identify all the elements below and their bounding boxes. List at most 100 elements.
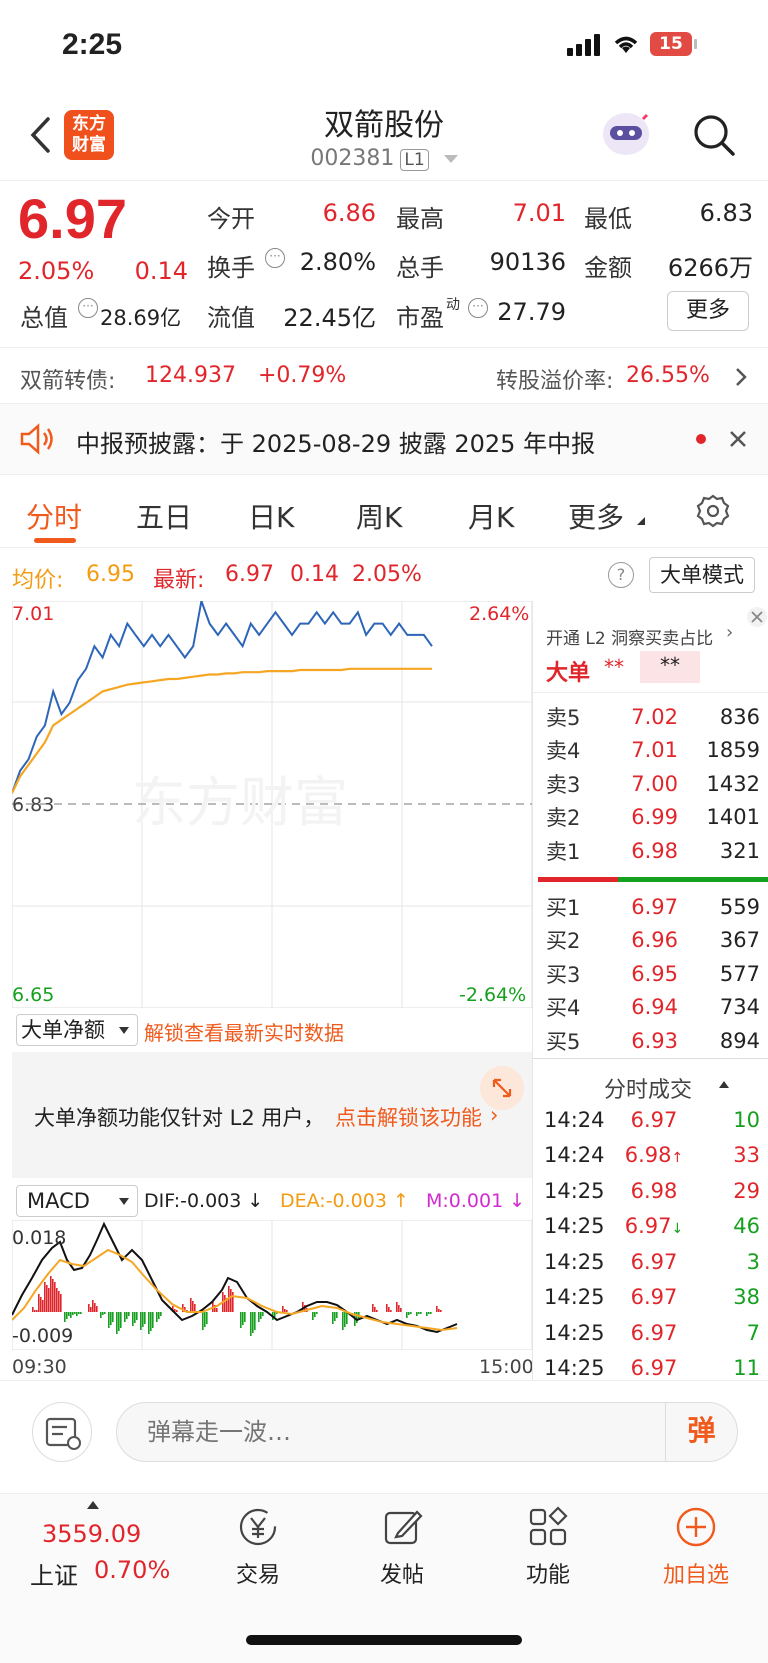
expand-arrows-icon (492, 1078, 512, 1098)
mktcap-label: 总值 (20, 304, 68, 332)
trade-button[interactable]: 交易 (226, 1505, 290, 1589)
big-order-select[interactable]: 大单净额 (16, 1014, 138, 1046)
info-icon[interactable]: ··· (78, 298, 98, 318)
post-button[interactable]: 发帖 (370, 1505, 434, 1589)
trades-table: 14:24 6.97 10 14:24 6.98↑ 33 14:25 6.98 29 14:25 6… (544, 1102, 760, 1386)
ask-vol: 836 (719, 704, 760, 729)
tab-day-k[interactable]: 日K (248, 496, 294, 536)
chart-tabs: 分时 五日 日K 周K 月K 更多 (0, 476, 768, 548)
big-order-mode-button[interactable]: 大单模式 (649, 557, 755, 593)
macd-bar (54, 1282, 56, 1312)
macd-bar (124, 1312, 126, 1322)
macd-bar (52, 1279, 54, 1312)
danmu-input[interactable] (147, 1415, 627, 1449)
more-button[interactable]: 更多 (667, 291, 749, 331)
danmu-input-box[interactable]: 弹 (116, 1402, 738, 1462)
note-icon (45, 1417, 81, 1450)
l2-unlock-link[interactable]: 点击解锁该功能 (335, 1102, 482, 1132)
danmu-send-button[interactable]: 弹 (665, 1403, 737, 1461)
l2-promo[interactable]: 开通 L2 洞察买卖占比 (546, 624, 713, 649)
open-label: 今开 (207, 205, 255, 233)
speaker-icon (20, 423, 53, 455)
macd-bar (216, 1308, 218, 1312)
macd-bar (408, 1312, 410, 1315)
macd-bar (56, 1288, 58, 1312)
bond-price: 124.937 (145, 363, 236, 388)
info-icon[interactable]: ··· (265, 248, 285, 268)
yen-exchange-icon (239, 1508, 277, 1546)
bid-label: 买3 (546, 962, 581, 987)
trade-price: 6.97 (616, 1102, 692, 1138)
stock-code: 002381 (310, 146, 395, 171)
macd-bar (36, 1310, 38, 1312)
chevron-right-icon[interactable] (734, 366, 748, 388)
macd-bar (356, 1312, 358, 1323)
y-right-top-label: 2.64% (469, 603, 530, 625)
ask-label: 卖4 (546, 739, 581, 764)
bid-vol: 894 (719, 1028, 760, 1053)
add-watchlist-button[interactable]: 加自选 (654, 1505, 738, 1589)
ask-price: 6.98 (631, 838, 678, 863)
robot-assistant-icon[interactable] (598, 108, 654, 160)
tab-week-k[interactable]: 周K (356, 496, 402, 536)
macd-bar (428, 1312, 430, 1314)
bid-price: 6.96 (631, 928, 678, 953)
macd-bar (108, 1312, 110, 1328)
ask-row: 卖2 6.99 1401 (546, 801, 760, 835)
bid-price: 6.95 (631, 961, 678, 986)
macd-bar (316, 1312, 318, 1314)
macd-bar (66, 1312, 68, 1319)
wifi-icon (614, 36, 638, 53)
bid-label: 买4 (546, 996, 581, 1021)
up-arrow-icon (87, 1501, 99, 1509)
tab-fenshi[interactable]: 分时 (26, 496, 82, 536)
info-icon[interactable]: ··· (468, 298, 488, 318)
macd-bar (262, 1312, 264, 1316)
home-indicator (246, 1635, 522, 1645)
y-top-label: 7.01 (12, 603, 55, 625)
macd-select[interactable]: MACD (16, 1185, 138, 1217)
index-value[interactable]: 3559.09 (42, 1520, 141, 1548)
tab-more[interactable]: 更多 (568, 496, 624, 536)
tab-month-k[interactable]: 月K (468, 496, 514, 536)
big-order-select-label: 大单净额 (21, 1018, 105, 1042)
trade-label: 交易 (235, 1563, 280, 1588)
trade-price: 6.97 (616, 1315, 692, 1351)
macd-bar (156, 1312, 158, 1322)
help-icon[interactable]: ? (608, 562, 634, 588)
macd-bar (374, 1307, 376, 1312)
ask-vol: 1401 (706, 805, 760, 830)
gear-icon[interactable] (695, 493, 731, 529)
trades-title[interactable]: 分时成交 (604, 1072, 692, 1104)
trade-arrow-icon: ↓ (671, 1221, 684, 1238)
macd-bars (32, 1276, 442, 1336)
bid-label: 买2 (546, 929, 581, 954)
macd-bar (418, 1312, 420, 1314)
close-icon[interactable] (728, 429, 748, 449)
intraday-price-chart[interactable]: 东方财富 (12, 601, 532, 1008)
status-time: 2:25 (62, 28, 123, 61)
macd-bar (176, 1310, 178, 1312)
watermark: 东方财富 (132, 771, 348, 834)
tab-5day[interactable]: 五日 (136, 496, 192, 536)
expand-icon[interactable] (480, 1066, 524, 1110)
search-icon[interactable] (692, 113, 736, 157)
trade-volume: 10 (733, 1107, 760, 1132)
trade-volume: 7 (746, 1320, 760, 1345)
unlock-link[interactable]: 解锁查看最新实时数据 (144, 1017, 344, 1046)
time-end: 15:00 (479, 1356, 534, 1378)
macd-bar (70, 1312, 72, 1318)
macd-bar (396, 1302, 398, 1312)
bid-label: 买5 (546, 1029, 581, 1054)
macd-chart[interactable] (12, 1220, 532, 1350)
premium-label: 转股溢价率: (496, 369, 614, 394)
tab-indicator (34, 538, 76, 543)
avg-value: 6.95 (86, 562, 135, 587)
macd-bar (426, 1312, 428, 1316)
macd-bar (286, 1310, 288, 1312)
macd-bar (76, 1312, 78, 1316)
note-button[interactable] (32, 1402, 92, 1462)
level-badge: L1 (400, 149, 429, 171)
function-button[interactable]: 功能 (516, 1505, 580, 1589)
close-icon[interactable] (746, 606, 768, 628)
